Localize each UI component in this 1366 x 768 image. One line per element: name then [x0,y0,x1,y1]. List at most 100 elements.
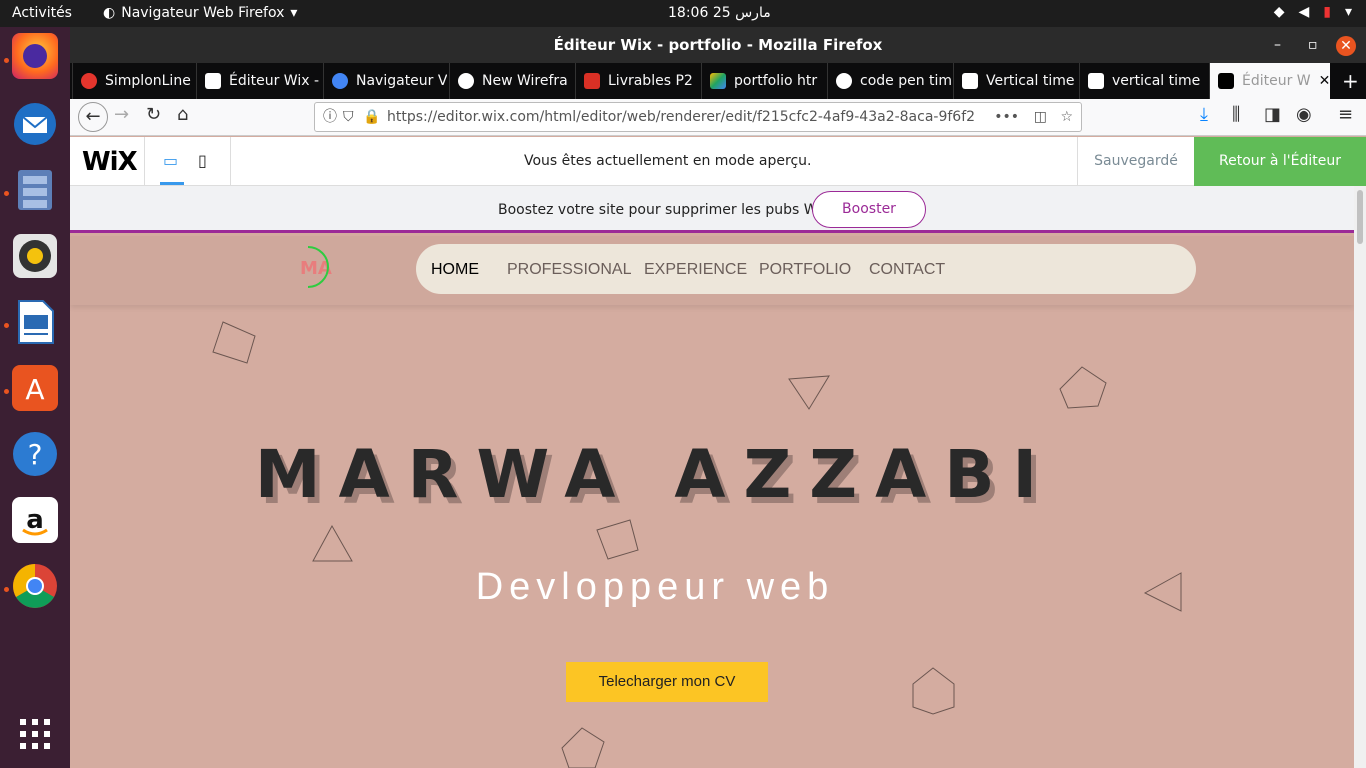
files-icon [18,170,52,210]
tab-simplonline[interactable]: SimplonLine [72,63,194,99]
codepen-favicon [1088,73,1104,89]
reload-button[interactable]: ↻ [146,104,161,125]
page-scrollbar[interactable] [1354,186,1366,768]
hero-role: Devloppeur web [475,566,835,608]
writer-launcher[interactable] [12,299,58,345]
thunderbird-launcher[interactable] [12,101,58,147]
hero-name: MARWA AZZABI [254,436,1056,513]
tab-navigateur[interactable]: Navigateur V [323,63,447,99]
app-menu-label: Navigateur Web Firefox [121,5,285,21]
caret-down-icon: ▾ [290,5,298,21]
lock-icon[interactable]: 🔒 [363,103,380,131]
sidebar-icon[interactable]: ◨ [1264,104,1281,125]
window-titlebar[interactable]: Éditeur Wix - portfolio - Mozilla Firefo… [70,27,1366,63]
svg-text:A: A [25,373,44,406]
nav-contact[interactable]: CONTACT [869,261,945,279]
window-title: Éditeur Wix - portfolio - Mozilla Firefo… [553,36,883,54]
close-window-button[interactable]: ✕ [1336,36,1356,56]
firefox-launcher[interactable] [12,33,58,79]
new-tab-button[interactable]: + [1336,63,1366,99]
svg-text:a: a [26,505,44,535]
system-top-bar: Activités ◐ Navigateur Web Firefox ▾ مار… [0,0,1366,27]
desktop-view-icon[interactable]: ▭ [163,151,178,170]
battery-icon: ▮ [1323,4,1331,20]
chrome-favicon [332,73,348,89]
amazon-launcher[interactable]: a [12,497,58,543]
show-apps-button[interactable] [12,711,58,757]
minimize-button[interactable]: – [1274,27,1281,63]
page-actions-icon[interactable]: ••• [988,103,1019,131]
download-cv-button[interactable]: Telecharger mon CV [566,662,768,702]
url-bar[interactable]: ⓘ ⛉ 🔒 https://editor.wix.com/html/editor… [314,102,1082,132]
tab-strip: SimplonLine Éditeur Wix - Navigateur V N… [70,63,1366,99]
downloads-icon[interactable]: ⤓ [1200,104,1208,125]
site-canvas: MA HOME PROFESSIONAL EXPERIENCE PORTFOLI… [70,236,1354,768]
libreoffice-writer-icon [18,300,54,344]
preview-mode-message: Vous êtes actuellement en mode aperçu. [524,153,812,169]
wix-favicon [1218,73,1234,89]
wifi-icon: ◆ [1273,4,1285,20]
wix-ads-banner: Boostez votre site pour supprimer les pu… [70,186,1354,233]
rhythmbox-launcher[interactable] [12,233,58,279]
bookmark-star-icon[interactable]: ☆ [1060,103,1073,131]
wix-logo[interactable]: WiX [82,147,138,177]
tab-vertical-time-1[interactable]: Vertical time [953,63,1077,99]
library-icon[interactable]: ⫼ [1232,104,1240,125]
forward-button[interactable]: → [114,104,129,125]
account-icon[interactable]: ◉ [1296,104,1312,125]
desktop-active-indicator [160,182,184,185]
tab-wix-editor-active[interactable]: Éditeur W ✕ [1209,63,1330,99]
maximize-button[interactable]: ▫ [1308,27,1318,63]
volume-icon: ◀ [1298,4,1310,20]
system-tray[interactable]: ◆ ◀ ▮ ▾ [1274,4,1352,20]
app-menu[interactable]: ◐ Navigateur Web Firefox ▾ [103,5,297,21]
saved-status: Sauvegardé [1077,137,1194,185]
nav-professional[interactable]: PROFESSIONAL [507,261,631,279]
drive-favicon [710,73,726,89]
booster-button[interactable]: Booster [812,191,926,228]
tab-livrables[interactable]: Livrables P2 [575,63,699,99]
tab-vertical-time-2[interactable]: vertical time [1079,63,1207,99]
info-icon[interactable]: ⓘ [323,103,337,131]
home-button[interactable]: ⌂ [177,104,188,125]
close-tab-icon[interactable]: ✕ [1319,73,1330,89]
help-launcher[interactable]: ? [12,431,58,477]
logo-arc-icon [307,246,329,288]
tab-portfolio[interactable]: portfolio htr [701,63,825,99]
files-launcher[interactable] [12,167,58,213]
nav-home[interactable]: HOME [431,261,479,279]
software-launcher[interactable]: A [12,365,58,411]
chrome-launcher[interactable] [12,563,58,609]
mobile-view-icon[interactable]: ▯ [198,151,207,170]
nav-portfolio[interactable]: PORTFOLIO [759,261,851,279]
activities-button[interactable]: Activités [12,5,72,21]
smiley-favicon [458,73,474,89]
amazon-icon: a [22,505,48,536]
site-nav: HOME PROFESSIONAL EXPERIENCE PORTFOLIO C… [416,244,1196,294]
hamburger-menu-icon[interactable]: ≡ [1338,104,1353,125]
pocket-icon[interactable]: ◫ [1033,103,1047,131]
tab-codepen-search[interactable]: code pen tim [827,63,951,99]
ads-banner-text: Boostez votre site pour supprimer les pu… [498,202,830,218]
back-button[interactable]: ← [78,102,108,132]
wix-preview-bar: WiX ▭ ▯ Vous êtes actuellement en mode a… [70,137,1366,186]
tracking-shield-icon[interactable]: ⛉ [343,103,354,131]
codepen-favicon [962,73,978,89]
chrome-icon [13,564,57,608]
tab-wireframe[interactable]: New Wirefra [449,63,573,99]
scrollbar-thumb[interactable] [1357,190,1363,244]
firefox-icon [23,44,47,68]
tab-wix-editor-1[interactable]: Éditeur Wix - [196,63,321,99]
ubuntu-software-icon: A [25,373,44,406]
back-to-editor-button[interactable]: Retour à l'Éditeur [1194,137,1366,186]
firefox-small-icon: ◐ [103,5,116,21]
thunderbird-icon [14,103,56,145]
simplon-favicon [81,73,97,89]
grid-icon [20,719,50,749]
site-header: MA HOME PROFESSIONAL EXPERIENCE PORTFOLI… [70,236,1354,305]
power-caret-icon: ▾ [1344,4,1352,20]
gmail-favicon [584,73,600,89]
navigation-toolbar: ← → ↻ ⌂ ⓘ ⛉ 🔒 https://editor.wix.com/htm… [70,99,1366,136]
clock[interactable]: مارس 25 18:06 [668,5,771,21]
nav-experience[interactable]: EXPERIENCE [644,261,747,279]
